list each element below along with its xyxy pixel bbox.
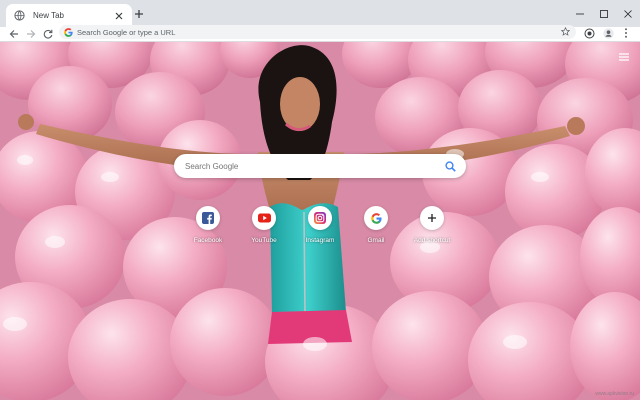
shortcut-add[interactable]: Add shortcut bbox=[406, 206, 458, 256]
arrow-right-icon bbox=[26, 29, 36, 39]
shortcut-tile[interactable] bbox=[420, 206, 444, 230]
extension-icon bbox=[584, 28, 595, 39]
plus-icon bbox=[134, 9, 144, 19]
shortcut-label: Instagram bbox=[305, 237, 335, 244]
google-icon bbox=[64, 27, 73, 37]
shortcut-label: Facebook bbox=[193, 237, 223, 244]
chrome-menu-button[interactable] bbox=[620, 27, 632, 39]
tab-strip: New Tab bbox=[0, 0, 640, 27]
omnibox-placeholder: Search Google or type a URL bbox=[77, 27, 176, 37]
window-controls bbox=[568, 0, 640, 27]
plus-icon bbox=[427, 213, 437, 223]
customize-menu-button[interactable] bbox=[617, 50, 631, 64]
shortcut-facebook[interactable]: Facebook bbox=[182, 206, 234, 256]
search-box[interactable] bbox=[174, 154, 466, 178]
watermark: www.apkvision.ru bbox=[595, 391, 634, 397]
shortcut-instagram[interactable]: Instagram bbox=[294, 206, 346, 256]
minimize-button[interactable] bbox=[568, 0, 592, 27]
arrow-left-icon bbox=[9, 29, 19, 39]
avatar bbox=[602, 27, 614, 39]
search-input[interactable] bbox=[185, 161, 445, 171]
search-icon[interactable] bbox=[445, 160, 456, 172]
tab-new-tab[interactable]: New Tab bbox=[6, 4, 132, 27]
tab-title: New Tab bbox=[33, 11, 64, 20]
profile-button[interactable] bbox=[602, 27, 614, 39]
toolbar: Search Google or type a URL bbox=[0, 25, 640, 42]
shortcut-grid: Facebook YouTube Instagram Gmail Add sho… bbox=[182, 206, 458, 256]
google-icon bbox=[370, 212, 382, 224]
shortcut-label: Gmail bbox=[367, 237, 385, 244]
shortcut-label: Add shortcut bbox=[413, 237, 451, 244]
maximize-button[interactable] bbox=[592, 0, 616, 27]
omnibox[interactable]: Search Google or type a URL bbox=[59, 25, 576, 39]
facebook-icon bbox=[202, 212, 214, 224]
forward-button[interactable] bbox=[24, 27, 38, 41]
shortcut-tile[interactable] bbox=[364, 206, 388, 230]
shortcut-tile[interactable] bbox=[252, 206, 276, 230]
star-icon[interactable] bbox=[561, 27, 571, 37]
reload-button[interactable] bbox=[41, 27, 55, 41]
reload-icon bbox=[43, 29, 53, 39]
shortcut-label: YouTube bbox=[251, 237, 277, 244]
instagram-icon bbox=[314, 212, 326, 224]
close-icon[interactable] bbox=[113, 10, 124, 21]
hamburger-icon bbox=[619, 53, 629, 61]
globe-icon bbox=[14, 10, 25, 21]
extension-button[interactable] bbox=[583, 27, 595, 39]
close-window-button[interactable] bbox=[616, 0, 640, 27]
youtube-icon bbox=[257, 213, 271, 223]
shortcut-tile[interactable] bbox=[196, 206, 220, 230]
more-vert-icon bbox=[624, 28, 628, 38]
shortcut-gmail[interactable]: Gmail bbox=[350, 206, 402, 256]
back-button[interactable] bbox=[7, 27, 21, 41]
shortcut-youtube[interactable]: YouTube bbox=[238, 206, 290, 256]
new-tab-page: Facebook YouTube bbox=[0, 42, 640, 400]
shortcut-tile[interactable] bbox=[308, 206, 332, 230]
new-tab-button[interactable] bbox=[132, 7, 146, 21]
